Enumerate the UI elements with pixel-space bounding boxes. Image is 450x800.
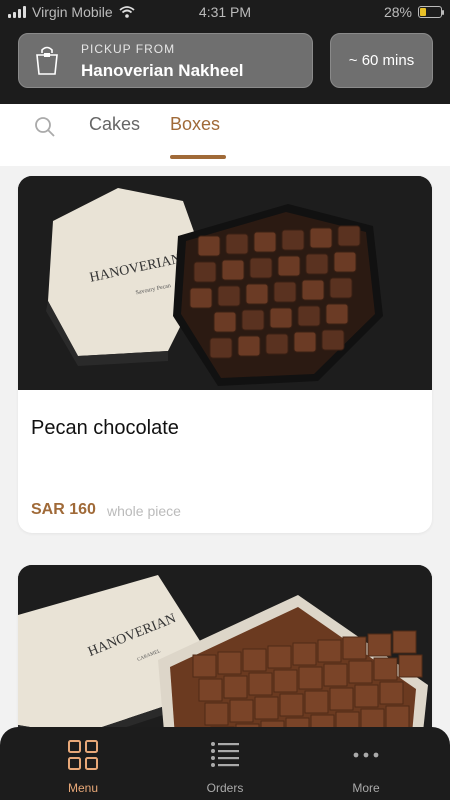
chocolate-piece <box>245 283 269 305</box>
chocolate-piece <box>269 307 293 329</box>
chocolate-square <box>198 678 223 702</box>
chocolate-piece <box>337 225 361 247</box>
status-time: 4:31 PM <box>198 4 252 20</box>
chocolate-square <box>267 645 292 669</box>
nav-menu[interactable]: Menu <box>43 739 123 795</box>
nav-more[interactable]: More <box>326 739 406 795</box>
search-icon[interactable] <box>34 116 56 138</box>
chocolate-piece <box>217 285 241 307</box>
more-dots-icon <box>353 752 379 758</box>
nav-orders[interactable]: Orders <box>185 739 265 795</box>
chocolate-piece <box>209 337 233 359</box>
chocolate-piece <box>241 309 265 331</box>
nav-menu-label: Menu <box>67 781 99 795</box>
chocolate-square <box>254 696 279 720</box>
shopping-bag-icon <box>36 46 58 75</box>
product-price: SAR 160 <box>31 501 96 518</box>
chocolate-piece <box>253 231 277 253</box>
active-tab-indicator <box>170 155 226 159</box>
chocolate-square <box>229 699 254 723</box>
product-card[interactable]: HANOVERIAN Savoury Pecan Pecan chocolate… <box>18 176 432 533</box>
chocolate-square <box>373 657 398 681</box>
chocolate-piece <box>309 227 333 249</box>
chocolate-square <box>248 672 273 696</box>
battery-icon <box>418 6 444 18</box>
status-right: 28% <box>383 4 444 20</box>
battery-percent: 28% <box>383 4 412 20</box>
chocolate-piece <box>293 331 317 353</box>
chocolate-piece <box>237 335 261 357</box>
tab-boxes[interactable]: Boxes <box>170 114 220 135</box>
chocolate-piece <box>305 253 329 275</box>
chocolate-square <box>354 684 379 708</box>
chocolate-piece <box>225 233 249 255</box>
chocolate-piece <box>281 229 305 251</box>
chocolate-square <box>273 669 298 693</box>
chocolate-square <box>379 681 404 705</box>
chocolate-piece <box>213 311 237 333</box>
chocolate-piece <box>249 257 273 279</box>
header: Virgin Mobile 4:31 PM 28% PICKUP FROM Ha… <box>0 0 450 104</box>
product-title: Pecan chocolate <box>31 417 179 439</box>
tab-cakes[interactable]: Cakes <box>89 114 140 135</box>
chocolate-piece <box>329 277 353 299</box>
chocolate-piece <box>301 279 325 301</box>
category-tabs: Cakes Boxes <box>0 104 450 166</box>
chocolate-piece <box>297 305 321 327</box>
chocolate-piece <box>325 303 349 325</box>
status-bar: Virgin Mobile 4:31 PM 28% <box>0 0 450 26</box>
chocolate-square <box>192 654 217 678</box>
chocolate-piece <box>265 333 289 355</box>
chocolate-square <box>298 666 323 690</box>
chocolate-square <box>348 660 373 684</box>
chocolate-square <box>398 654 423 678</box>
chocolate-square <box>385 705 410 729</box>
chocolate-square <box>242 648 267 672</box>
nav-more-label: More <box>352 781 380 795</box>
pickup-label: PICKUP FROM <box>81 42 176 56</box>
chocolate-square <box>392 630 417 654</box>
pickup-location-name: Hanoverian Nakheel <box>81 61 244 80</box>
chocolate-square <box>342 636 367 660</box>
list-icon <box>211 742 239 767</box>
nav-orders-label: Orders <box>206 781 244 795</box>
chocolate-square <box>367 633 392 657</box>
bottom-nav: Menu Orders More <box>0 727 450 800</box>
chocolate-piece <box>221 259 245 281</box>
grid-icon <box>68 740 98 770</box>
product-image: HANOVERIAN Savoury Pecan <box>18 176 432 390</box>
chocolate-square <box>304 690 329 714</box>
chocolate-piece <box>273 281 297 303</box>
chocolate-piece <box>277 255 301 277</box>
chocolate-piece <box>333 251 357 273</box>
battery-fill <box>420 8 426 16</box>
chocolate-square <box>317 639 342 663</box>
chocolate-piece <box>321 329 345 351</box>
product-unit: whole piece <box>107 503 181 519</box>
pickup-location-button[interactable]: PICKUP FROM Hanoverian Nakheel <box>18 33 313 88</box>
chocolate-square <box>217 651 242 675</box>
chocolate-square <box>279 693 304 717</box>
chocolate-piece <box>189 287 213 309</box>
chocolate-piece <box>193 261 217 283</box>
chocolate-piece <box>197 235 221 257</box>
chocolate-square <box>204 702 229 726</box>
chocolate-square <box>292 642 317 666</box>
chocolate-square <box>329 687 354 711</box>
chocolate-square <box>223 675 248 699</box>
eta-button[interactable]: ~ 60 mins <box>330 33 433 88</box>
eta-label: ~ 60 mins <box>348 52 415 69</box>
chocolate-square <box>323 663 348 687</box>
